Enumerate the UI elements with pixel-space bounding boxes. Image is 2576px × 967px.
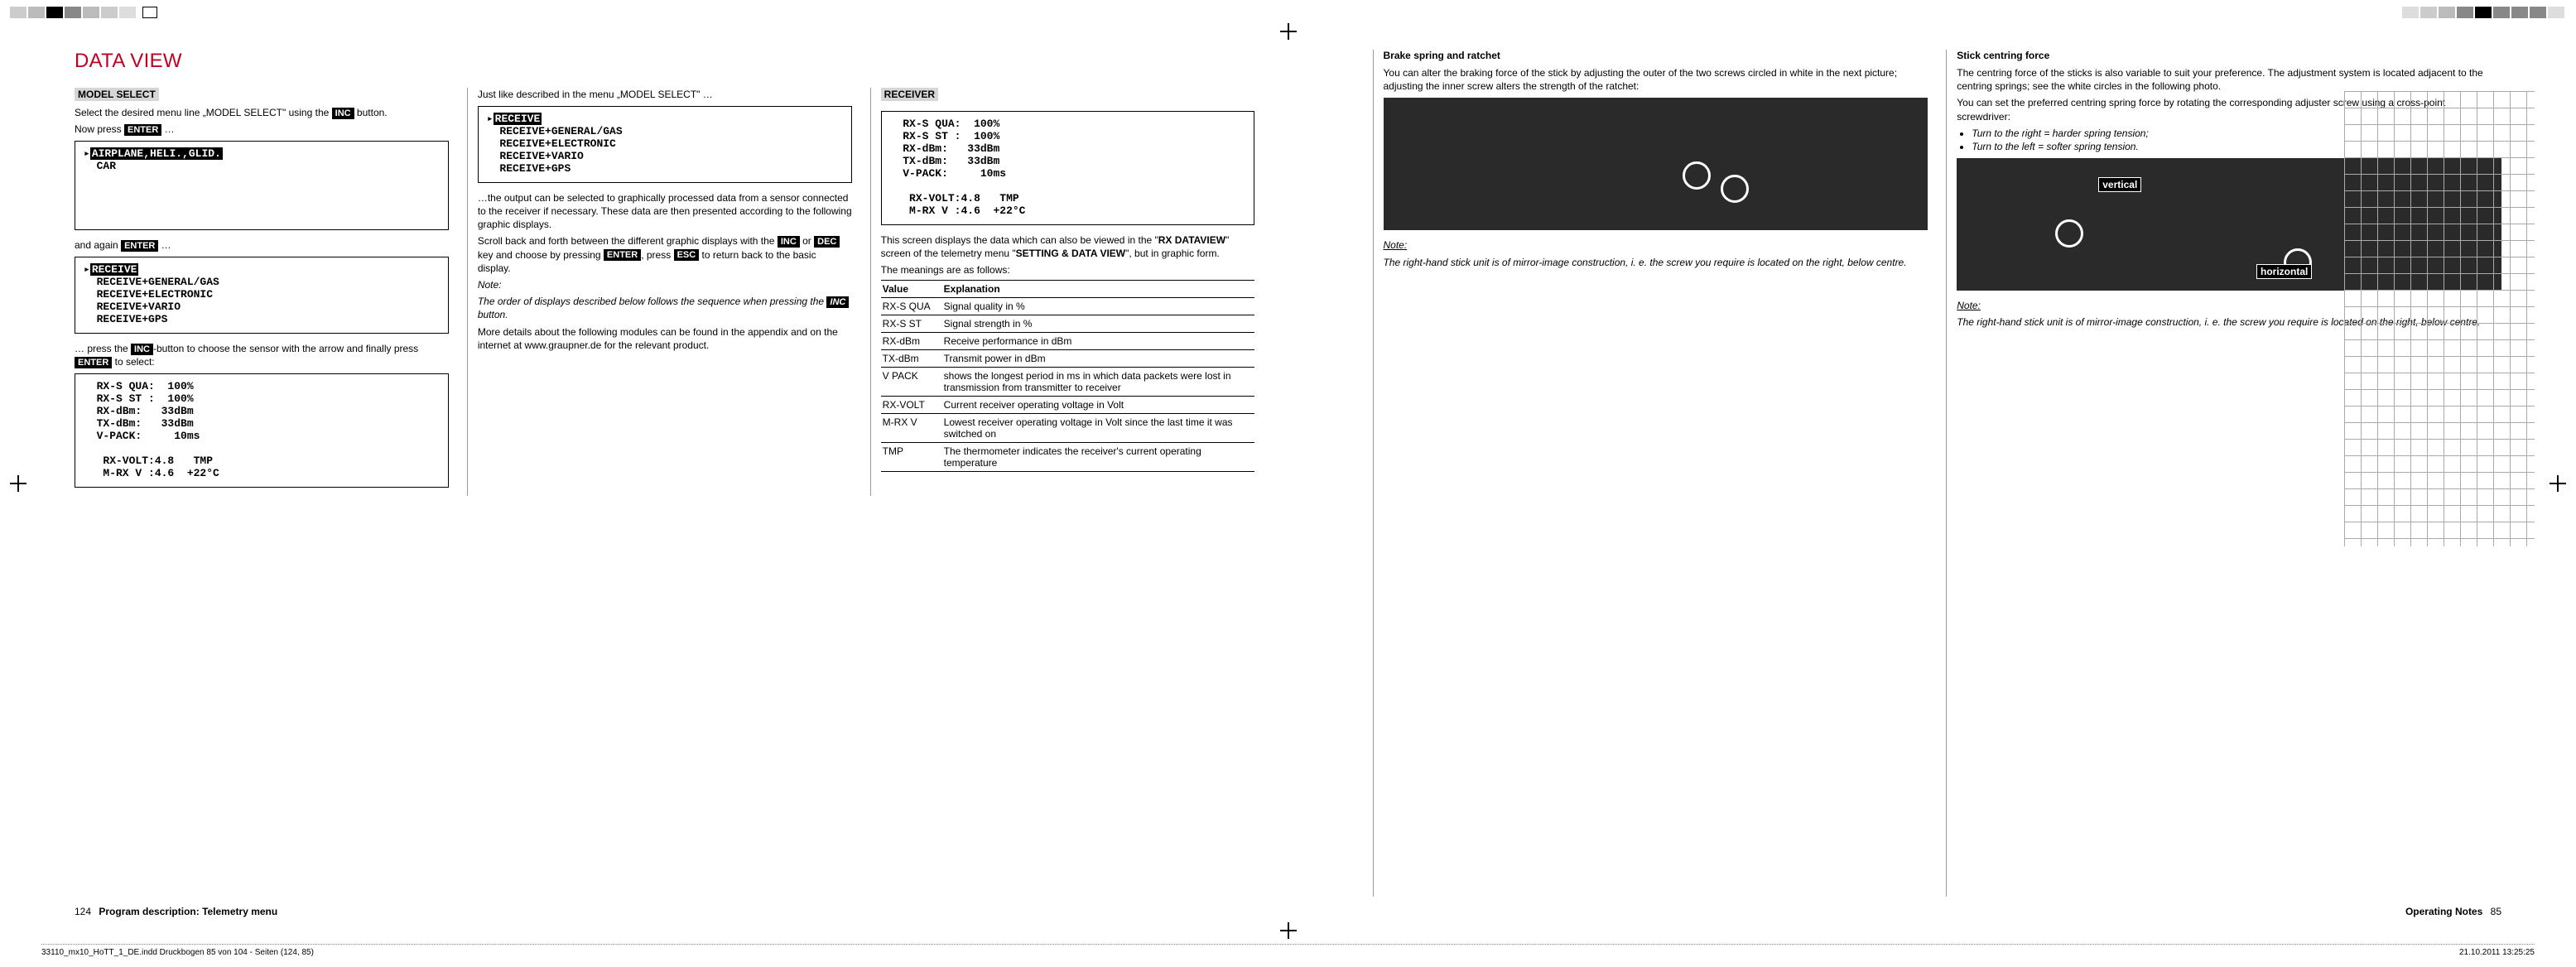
key-inc: INC (778, 236, 800, 248)
heading-receiver: RECEIVER (881, 88, 938, 101)
table-row: V PACKshows the longest period in ms in … (881, 368, 1255, 397)
body-text: The meanings are as follows: (881, 263, 1255, 277)
page-number: 85 (2491, 906, 2501, 917)
body-text: and again ENTER … (75, 238, 449, 252)
heading-stick-centring: Stick centring force (1957, 50, 2501, 61)
key-enter: ENTER (604, 249, 641, 261)
graph-paper-margin (2344, 91, 2535, 546)
note-body: The right-hand stick unit is of mirror-i… (1384, 256, 1928, 269)
footer-title: Operating Notes (2405, 906, 2482, 917)
lcd-receive-list-a: ▸RECEIVE RECEIVE+GENERAL/GAS RECEIVE+ELE… (75, 257, 449, 334)
receiver-values-table: ValueExplanation RX-S QUASignal quality … (881, 280, 1255, 472)
table-row: TX-dBmTransmit power in dBm (881, 350, 1255, 368)
note-label: Note: (478, 279, 502, 291)
key-enter: ENTER (75, 357, 112, 368)
registration-swatches-right (2402, 7, 2566, 18)
body-text: Now press ENTER … (75, 123, 449, 136)
footer-left: 124 Program description: Telemetry menu (75, 906, 282, 917)
table-row: M-RX VLowest receiver operating voltage … (881, 414, 1255, 443)
body-text: More details about the following modules… (478, 325, 852, 352)
photo-tag-horizontal: horizontal (2256, 264, 2312, 279)
imposition-timestamp: 21.10.2011 13:25:25 (2459, 948, 2535, 957)
body-text: …the output can be selected to graphical… (478, 191, 852, 232)
note-body: The order of displays described below fo… (478, 295, 852, 321)
table-row: RX-dBmReceive performance in dBm (881, 333, 1255, 350)
note-label: Note: (1384, 239, 1408, 251)
lcd-rx-values-a: RX-S QUA: 100% RX-S ST : 100% RX-dBm: 33… (75, 373, 449, 488)
key-esc: ESC (674, 249, 700, 261)
page-title: DATA VIEW (75, 50, 1255, 73)
col-receiver: RECEIVER RX-S QUA: 100% RX-S ST : 100% R… (870, 88, 1255, 496)
lcd-receive-list-b: ▸RECEIVE RECEIVE+GENERAL/GAS RECEIVE+ELE… (478, 106, 852, 183)
body-text: … press the INC-button to choose the sen… (75, 342, 449, 368)
photo-tag-vertical: vertical (2098, 177, 2141, 192)
key-enter: ENTER (121, 240, 158, 252)
registration-cross-bottom (1280, 922, 1297, 939)
footer-title: Program description: Telemetry menu (99, 906, 277, 917)
body-text: Scroll back and forth between the differ… (478, 234, 852, 275)
key-inc: INC (826, 296, 849, 308)
page-right: Brake spring and ratchet You can alter t… (1288, 50, 2535, 917)
table-row: TMPThe thermometer indicates the receive… (881, 443, 1255, 472)
th-value: Value (881, 281, 942, 298)
body-text: Select the desired menu line „MODEL SELE… (75, 106, 449, 119)
heading-brake-spring: Brake spring and ratchet (1384, 50, 1928, 61)
footer-right: Operating Notes 85 (2400, 906, 2501, 917)
note-label: Note: (1957, 300, 1981, 311)
key-enter: ENTER (124, 124, 161, 136)
heading-model-select: MODEL SELECT (75, 88, 159, 101)
body-text: The centring force of the sticks is also… (1957, 66, 2501, 93)
lcd-rx-values-c: RX-S QUA: 100% RX-S ST : 100% RX-dBm: 33… (881, 111, 1255, 225)
col-brake-spring: Brake spring and ratchet You can alter t… (1373, 50, 1928, 897)
col-output-select: Just like described in the menu „MODEL S… (467, 88, 852, 496)
col-model-select: MODEL SELECT Select the desired menu lin… (75, 88, 449, 496)
registration-swatches-left (10, 7, 157, 18)
imposition-line: 33110_mx10_HoTT_1_DE.indd Druckbogen 85 … (41, 944, 2535, 957)
key-inc: INC (332, 108, 354, 119)
table-row: RX-S STSignal strength in % (881, 315, 1255, 333)
th-explanation: Explanation (942, 281, 1255, 298)
registration-cross-left (10, 475, 26, 492)
page-number: 124 (75, 906, 91, 917)
body-text: You can alter the braking force of the s… (1384, 66, 1928, 93)
registration-cross-right (2550, 475, 2566, 492)
page-left: DATA VIEW MODEL SELECT Select the desire… (41, 50, 1288, 917)
body-text: This screen displays the data which can … (881, 233, 1255, 260)
registration-cross-top (1280, 23, 1297, 40)
imposition-file: 33110_mx10_HoTT_1_DE.indd Druckbogen 85 … (41, 948, 314, 957)
body-text: Just like described in the menu „MODEL S… (478, 88, 852, 101)
key-dec: DEC (814, 236, 840, 248)
table-row: RX-S QUASignal quality in % (881, 298, 1255, 315)
table-row: RX-VOLTCurrent receiver operating voltag… (881, 397, 1255, 414)
key-inc: INC (131, 344, 153, 355)
lcd-model-type: ▸AIRPLANE,HELI.,GLID. CAR (75, 141, 449, 230)
photo-brake-spring (1384, 98, 1928, 230)
